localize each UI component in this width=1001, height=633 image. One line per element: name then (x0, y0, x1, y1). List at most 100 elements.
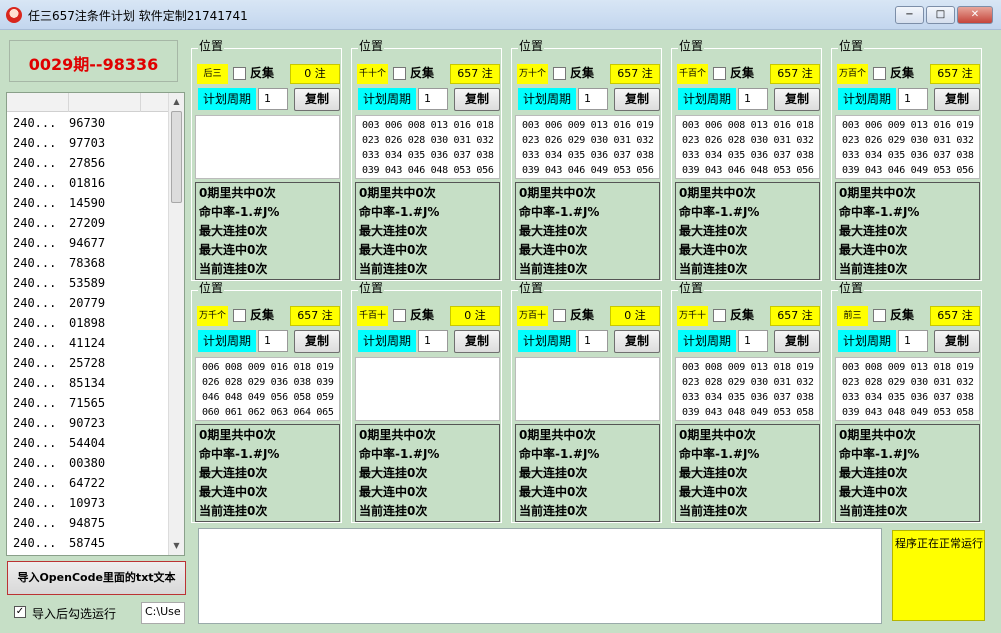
number-line: 033 034 035 036 037 038 (842, 150, 974, 161)
cycle-input[interactable]: 1 (258, 88, 288, 110)
list-item-period: 240... (13, 176, 57, 190)
copy-button[interactable]: 复制 (454, 330, 500, 353)
list-item[interactable]: 240... 00380 (7, 453, 170, 473)
list-item[interactable]: 240... 20779 (7, 293, 170, 313)
numbers-box[interactable] (355, 357, 500, 421)
position-value[interactable]: 万千个 (197, 306, 228, 326)
history-list[interactable]: 240... 96730 240... 97703 240... 27856 240... 0… (6, 92, 185, 556)
cycle-input[interactable]: 1 (578, 330, 608, 352)
position-value[interactable]: 万千十 (677, 306, 708, 326)
number-line: 003 006 008 013 016 018 (362, 120, 494, 131)
invert-checkbox[interactable] (553, 309, 566, 322)
scroll-up-icon[interactable]: ▲ (171, 95, 182, 109)
maximize-button[interactable]: □ (926, 6, 955, 24)
position-value[interactable]: 万百个 (837, 64, 868, 84)
position-value[interactable]: 前三 (837, 306, 868, 326)
numbers-box[interactable]: 003 006 008 013 016 018 023 026 028 030 0… (675, 115, 820, 179)
close-button[interactable]: ✕ (957, 6, 993, 24)
cycle-input[interactable]: 1 (418, 330, 448, 352)
plan-panel: 位置 后三 反集 0 注计划周期 1 复制 0期里共中0次 命中率-1.#J% 最大连挂0次 最大… (191, 39, 342, 281)
list-item[interactable]: 240... 90723 (7, 413, 170, 433)
list-item[interactable]: 240... 85134 (7, 373, 170, 393)
stat-line: 0期里共中0次 (519, 428, 596, 442)
list-header (7, 93, 170, 112)
list-item[interactable]: 240... 10973 (7, 493, 170, 513)
numbers-box[interactable]: 003 008 009 013 018 019 023 028 029 030 0… (835, 357, 980, 421)
list-item[interactable]: 240... 53589 (7, 273, 170, 293)
invert-checkbox[interactable] (233, 67, 246, 80)
list-item[interactable]: 240... 27209 (7, 213, 170, 233)
list-item[interactable]: 240... 71565 (7, 393, 170, 413)
numbers-box[interactable]: 003 006 008 013 016 018 023 026 028 030 0… (355, 115, 500, 179)
position-value[interactable]: 千百个 (677, 64, 708, 84)
import-txt-button[interactable]: 导入OpenCode里面的txt文本 (7, 561, 186, 595)
cycle-label: 计划周期 (198, 88, 256, 110)
numbers-box[interactable]: 003 006 009 013 016 019 023 026 029 030 0… (515, 115, 660, 179)
position-value[interactable]: 万十个 (517, 64, 548, 84)
invert-checkbox[interactable] (553, 67, 566, 80)
file-path-input[interactable]: C:\Use (141, 602, 185, 624)
numbers-box[interactable] (515, 357, 660, 421)
run-after-import-checkbox[interactable]: ✓ (14, 606, 26, 618)
copy-button[interactable]: 复制 (774, 330, 820, 353)
list-item[interactable]: 240... 78368 (7, 253, 170, 273)
invert-checkbox[interactable] (393, 67, 406, 80)
count-box: 0 注 (610, 306, 660, 326)
stat-line: 当前连挂0次 (679, 504, 748, 518)
list-item[interactable]: 240... 41124 (7, 333, 170, 353)
invert-checkbox[interactable] (873, 67, 886, 80)
stats-box: 0期里共中0次 命中率-1.#J% 最大连挂0次 最大连中0次 当前连挂0次 (835, 182, 980, 280)
invert-checkbox[interactable] (713, 309, 726, 322)
copy-button[interactable]: 复制 (774, 88, 820, 111)
scroll-down-icon[interactable]: ▼ (171, 539, 182, 553)
invert-checkbox[interactable] (393, 309, 406, 322)
copy-button[interactable]: 复制 (454, 88, 500, 111)
numbers-box[interactable]: 003 008 009 013 018 019 023 028 029 030 0… (675, 357, 820, 421)
copy-button[interactable]: 复制 (614, 88, 660, 111)
list-item[interactable]: 240... 25728 (7, 353, 170, 373)
numbers-box[interactable]: 003 006 009 013 016 019 023 026 029 030 0… (835, 115, 980, 179)
list-item[interactable]: 240... 27856 (7, 153, 170, 173)
list-item[interactable]: 240... 64722 (7, 473, 170, 493)
numbers-box[interactable] (195, 115, 340, 179)
copy-button[interactable]: 复制 (294, 330, 340, 353)
cycle-input[interactable]: 1 (738, 88, 768, 110)
cycle-input[interactable]: 1 (898, 88, 928, 110)
copy-button[interactable]: 复制 (294, 88, 340, 111)
list-item[interactable]: 240... 96730 (7, 113, 170, 133)
scroll-thumb[interactable] (171, 111, 182, 203)
cycle-input[interactable]: 1 (258, 330, 288, 352)
copy-button[interactable]: 复制 (614, 330, 660, 353)
list-item[interactable]: 240... 14590 (7, 193, 170, 213)
list-item[interactable]: 240... 58745 (7, 533, 170, 553)
position-value[interactable]: 千十个 (357, 64, 388, 84)
position-value[interactable]: 后三 (197, 64, 228, 84)
list-header-col-2[interactable] (69, 93, 141, 112)
invert-checkbox[interactable] (713, 67, 726, 80)
invert-checkbox[interactable] (873, 309, 886, 322)
cycle-input[interactable]: 1 (898, 330, 928, 352)
list-item[interactable]: 240... 01816 (7, 173, 170, 193)
output-textarea[interactable] (198, 528, 882, 624)
list-item-period: 240... (13, 316, 57, 330)
cycle-input[interactable]: 1 (738, 330, 768, 352)
list-item[interactable]: 240... 94677 (7, 233, 170, 253)
position-value[interactable]: 千百十 (357, 306, 388, 326)
list-header-col-1[interactable] (7, 93, 69, 112)
copy-button[interactable]: 复制 (934, 330, 980, 353)
numbers-box[interactable]: 006 008 009 016 018 019 026 028 029 036 0… (195, 357, 340, 421)
list-item[interactable]: 240... 94875 (7, 513, 170, 533)
stat-line: 当前连挂0次 (199, 504, 268, 518)
history-scrollbar[interactable]: ▲ ▼ (168, 93, 184, 555)
invert-checkbox[interactable] (233, 309, 246, 322)
list-item[interactable]: 240... 01898 (7, 313, 170, 333)
list-item[interactable]: 240... 97703 (7, 133, 170, 153)
cycle-input[interactable]: 1 (418, 88, 448, 110)
plan-panel: 位置 万百个 反集 657 注计划周期 1 复制 003 006 009 013 016 0… (831, 39, 982, 281)
stat-line: 当前连挂0次 (519, 262, 588, 276)
position-value[interactable]: 万百十 (517, 306, 548, 326)
list-item[interactable]: 240... 54404 (7, 433, 170, 453)
minimize-button[interactable]: − (895, 6, 924, 24)
copy-button[interactable]: 复制 (934, 88, 980, 111)
cycle-input[interactable]: 1 (578, 88, 608, 110)
